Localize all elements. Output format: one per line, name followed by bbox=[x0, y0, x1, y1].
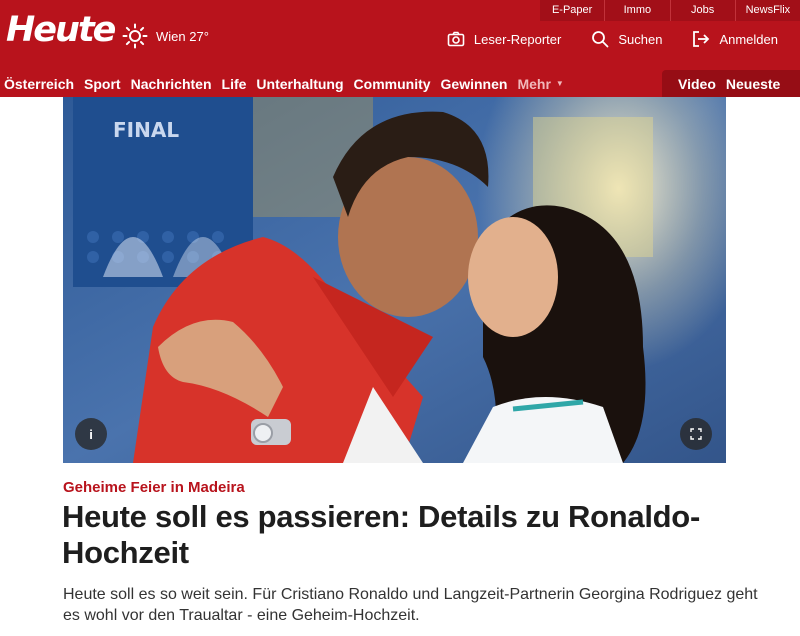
leser-reporter-button[interactable]: Leser-Reporter bbox=[447, 30, 561, 48]
weather-location-temp: Wien 27° bbox=[156, 28, 209, 44]
login-button[interactable]: Anmelden bbox=[692, 30, 778, 48]
nav-item-life[interactable]: Life bbox=[222, 76, 247, 92]
nav-more-label: Mehr bbox=[517, 75, 551, 92]
weather-widget[interactable]: Wien 27° bbox=[122, 23, 209, 49]
expand-icon bbox=[690, 428, 702, 440]
camera-icon bbox=[447, 31, 465, 47]
article-headline[interactable]: Heute soll es passieren: Details zu Rona… bbox=[62, 499, 762, 571]
nav-item-community[interactable]: Community bbox=[354, 76, 431, 92]
info-button[interactable]: i bbox=[75, 418, 107, 450]
search-label: Suchen bbox=[618, 31, 663, 47]
nav-item-nachrichten[interactable]: Nachrichten bbox=[131, 76, 212, 92]
nav-item-sport[interactable]: Sport bbox=[84, 76, 121, 92]
hero-photo: FINAL bbox=[63, 97, 726, 463]
util-link-immo[interactable]: Immo bbox=[604, 0, 669, 21]
article-kicker[interactable]: Geheime Feier in Madeira bbox=[63, 479, 245, 496]
nav-item-unterhaltung[interactable]: Unterhaltung bbox=[256, 76, 343, 92]
article-lead: Heute soll es so weit sein. Für Cristian… bbox=[63, 586, 758, 624]
chevron-down-icon: ▼ bbox=[555, 79, 564, 88]
utility-bar: E-Paper Immo Jobs NewsFlix bbox=[540, 0, 800, 21]
nav-more-dropdown[interactable]: Mehr ▼ bbox=[517, 76, 563, 92]
util-link-jobs[interactable]: Jobs bbox=[669, 0, 735, 21]
nav-right: Video Neueste bbox=[662, 70, 800, 97]
util-link-epaper[interactable]: E-Paper bbox=[540, 0, 604, 21]
info-icon: i bbox=[89, 426, 93, 442]
nav-item-neueste[interactable]: Neueste bbox=[726, 76, 780, 92]
header-actions: Leser-Reporter Suchen Anmelden bbox=[447, 30, 778, 48]
login-icon bbox=[693, 31, 710, 47]
login-label: Anmelden bbox=[719, 31, 778, 47]
search-icon bbox=[592, 31, 609, 48]
hero-bg-text: FINAL bbox=[113, 118, 179, 142]
nav-item-video[interactable]: Video bbox=[678, 76, 716, 92]
hero-image[interactable]: FINAL i bbox=[63, 97, 726, 463]
main-nav: Österreich Sport Nachrichten Life Unterh… bbox=[0, 70, 564, 97]
nav-item-gewinnen[interactable]: Gewinnen bbox=[441, 76, 508, 92]
expand-button[interactable] bbox=[680, 418, 712, 450]
search-button[interactable]: Suchen bbox=[591, 30, 662, 48]
util-link-newsflix[interactable]: NewsFlix bbox=[734, 0, 800, 21]
nav-item-oesterreich[interactable]: Österreich bbox=[4, 76, 74, 92]
leser-reporter-label: Leser-Reporter bbox=[473, 31, 562, 47]
sun-icon bbox=[122, 23, 148, 49]
site-header: Heute Wien 27° E-Paper Immo Jobs NewsFli… bbox=[0, 0, 800, 97]
site-logo[interactable]: Heute bbox=[6, 9, 116, 51]
